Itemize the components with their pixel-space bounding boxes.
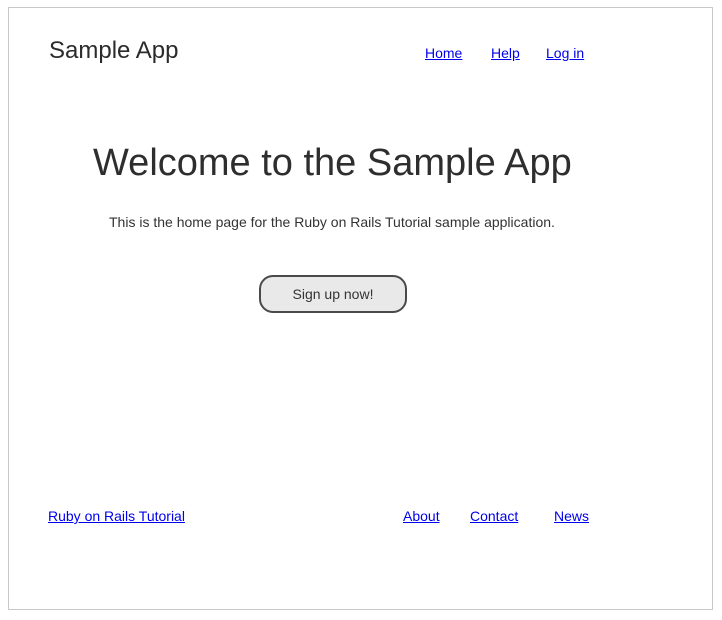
footer-about-link[interactable]: About: [403, 507, 440, 525]
footer-rails-tutorial-link[interactable]: Ruby on Rails Tutorial: [48, 507, 185, 525]
footer-news-link[interactable]: News: [554, 507, 589, 525]
site-logo[interactable]: Sample App: [49, 36, 178, 66]
nav-login-link[interactable]: Log in: [546, 44, 584, 62]
hero-description: This is the home page for the Ruby on Ra…: [109, 214, 555, 230]
signup-button[interactable]: Sign up now!: [259, 275, 407, 313]
hero-title: Welcome to the Sample App: [93, 142, 572, 184]
nav-help-link[interactable]: Help: [491, 44, 520, 62]
footer-contact-link[interactable]: Contact: [470, 507, 518, 525]
nav-home-link[interactable]: Home: [425, 44, 462, 62]
